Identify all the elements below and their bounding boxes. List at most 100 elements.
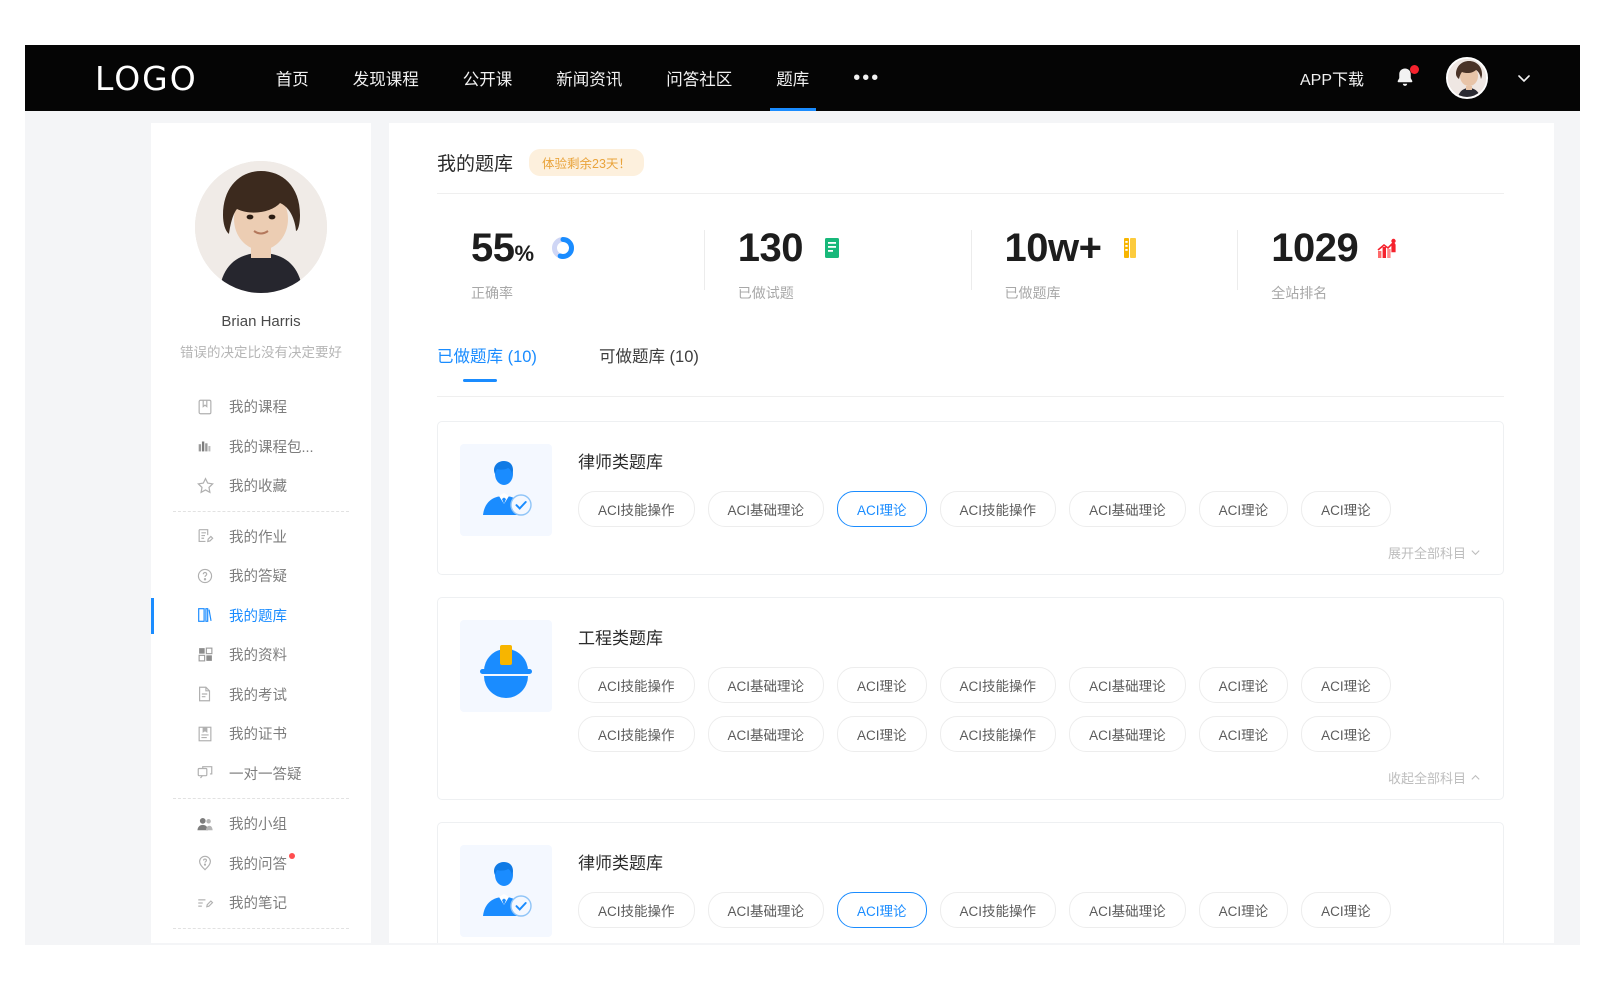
lawyer-icon	[473, 457, 539, 523]
nav-item-discover-courses[interactable]: 发现课程	[353, 45, 419, 111]
homework-icon	[195, 526, 215, 546]
sidebar-item-label: 我的课程包...	[229, 436, 314, 457]
subject-chip[interactable]: ACI理论	[837, 716, 927, 752]
sidebar-item-exams[interactable]: 我的考试	[151, 675, 371, 715]
subject-chip[interactable]: ACI基础理论	[1069, 716, 1186, 752]
nav-item-qa-community[interactable]: 问答社区	[666, 45, 732, 111]
sidebar-item-points[interactable]: 我的积分	[151, 934, 371, 944]
subject-chip[interactable]: ACI理论	[1301, 892, 1391, 928]
sidebar-item-label: 我的课程	[229, 396, 287, 417]
expand-all-subjects-button[interactable]: 展开全部科目	[1388, 543, 1481, 562]
sidebar-item-homework[interactable]: 我的作业	[151, 517, 371, 557]
question-bank-card[interactable]: 律师类题库 ACI技能操作 ACI基础理论 ACI理论 ACI技能操作 ACI基…	[437, 822, 1504, 943]
tab-done-banks[interactable]: 已做题库 (10)	[437, 343, 537, 381]
subject-chip[interactable]: ACI技能操作	[578, 892, 695, 928]
sidebar-item-course-packages[interactable]: 我的课程包...	[151, 427, 371, 467]
nav-item-open-class[interactable]: 公开课	[463, 45, 513, 111]
sidebar-item-label: 我的作业	[229, 526, 287, 547]
page-title: 我的题库	[437, 149, 513, 176]
notification-bell-button[interactable]	[1392, 65, 1418, 91]
collapse-all-subjects-button[interactable]: 收起全部科目	[1388, 768, 1481, 787]
profile-motto: 错误的决定比没有决定要好	[151, 341, 371, 361]
subject-chip[interactable]: ACI基础理论	[708, 716, 825, 752]
stat-questions-done: 130 已做试题	[704, 228, 971, 303]
sidebar-item-my-group[interactable]: 我的小组	[151, 804, 371, 844]
orange-book-icon	[1117, 235, 1143, 261]
subject-chip-list: ACI技能操作 ACI基础理论 ACI理论 ACI技能操作 ACI基础理论 AC…	[578, 491, 1481, 527]
subject-chip[interactable]: ACI技能操作	[940, 892, 1057, 928]
subject-chip[interactable]: ACI理论	[1199, 892, 1289, 928]
question-bank-list: 律师类题库 ACI技能操作 ACI基础理论 ACI理论 ACI技能操作 ACI基…	[437, 421, 1504, 943]
sidebar-item-my-courses[interactable]: 我的课程	[151, 387, 371, 427]
stat-label: 全站排名	[1271, 283, 1504, 303]
sidebar-divider	[173, 928, 349, 929]
question-bank-icon	[195, 605, 215, 625]
card-title: 工程类题库	[578, 624, 1481, 649]
subject-chip[interactable]: ACI基础理论	[708, 491, 825, 527]
nav-item-home[interactable]: 首页	[276, 45, 309, 111]
group-icon	[195, 814, 215, 834]
subject-chip[interactable]: ACI基础理论	[708, 892, 825, 928]
sidebar-item-notes[interactable]: 我的笔记	[151, 883, 371, 923]
subject-chip[interactable]: ACI技能操作	[578, 716, 695, 752]
app-window: LOGO 首页 发现课程 公开课 新闻资讯 问答社区 题库 ••• APP下载	[25, 45, 1580, 945]
card-footer: 展开全部科目	[578, 543, 1481, 562]
tab-available-banks[interactable]: 可做题库 (10)	[599, 343, 699, 381]
qa-pin-icon	[195, 853, 215, 873]
card-footer: 收起全部科目	[578, 768, 1481, 787]
site-logo[interactable]: LOGO	[95, 62, 198, 95]
subject-chip[interactable]: ACI理论	[1199, 491, 1289, 527]
card-thumbnail	[460, 845, 552, 937]
exam-icon	[195, 684, 215, 704]
subject-chip-selected[interactable]: ACI理论	[837, 892, 927, 928]
question-bank-card[interactable]: 工程类题库 ACI技能操作 ACI基础理论 ACI理论 ACI技能操作 ACI基…	[437, 597, 1504, 800]
subject-chip[interactable]: ACI理论	[1199, 716, 1289, 752]
question-bank-card[interactable]: 律师类题库 ACI技能操作 ACI基础理论 ACI理论 ACI技能操作 ACI基…	[437, 421, 1504, 575]
profile-avatar-image	[195, 161, 327, 293]
subject-chip[interactable]: ACI基础理论	[708, 667, 825, 703]
sidebar-item-favorites[interactable]: 我的收藏	[151, 466, 371, 506]
subject-chip[interactable]: ACI理论	[1301, 491, 1391, 527]
sidebar-item-label: 我的小组	[229, 813, 287, 834]
sidebar-item-one-on-one[interactable]: 一对一答疑	[151, 754, 371, 794]
left-sidebar: Brian Harris 错误的决定比没有决定要好 我的课程	[151, 123, 371, 943]
star-icon	[195, 476, 215, 496]
subject-chip[interactable]: ACI基础理论	[1069, 667, 1186, 703]
profile-avatar[interactable]	[195, 161, 327, 293]
chevron-down-icon[interactable]	[1516, 70, 1532, 86]
subject-chip[interactable]: ACI技能操作	[940, 716, 1057, 752]
profile-name: Brian Harris	[151, 313, 371, 330]
subject-chip[interactable]: ACI技能操作	[940, 491, 1057, 527]
card-thumbnail	[460, 620, 552, 712]
subject-chip[interactable]: ACI技能操作	[940, 667, 1057, 703]
subject-chip[interactable]: ACI理论	[1301, 667, 1391, 703]
subject-chip[interactable]: ACI理论	[1199, 667, 1289, 703]
sidebar-item-badge-dot	[289, 853, 295, 859]
content-tabs: 已做题库 (10) 可做题库 (10)	[437, 343, 1504, 397]
subject-chip[interactable]: ACI技能操作	[578, 491, 695, 527]
note-icon	[195, 893, 215, 913]
sidebar-item-question-bank[interactable]: 我的题库	[151, 596, 371, 636]
sidebar-item-materials[interactable]: 我的资料	[151, 635, 371, 675]
certificate-icon	[195, 724, 215, 744]
nav-more-icon[interactable]: •••	[853, 45, 880, 111]
subject-chip[interactable]: ACI理论	[1301, 716, 1391, 752]
sidebar-item-certificates[interactable]: 我的证书	[151, 714, 371, 754]
sidebar-item-my-answers[interactable]: 我的答疑	[151, 556, 371, 596]
nav-item-question-bank[interactable]: 题库	[776, 45, 809, 111]
app-download-link[interactable]: APP下载	[1300, 66, 1364, 90]
subject-chip[interactable]: ACI技能操作	[578, 667, 695, 703]
nav-item-news[interactable]: 新闻资讯	[556, 45, 622, 111]
avatar[interactable]	[1446, 57, 1488, 99]
book-icon	[195, 397, 215, 417]
top-navbar: LOGO 首页 发现课程 公开课 新闻资讯 问答社区 题库 ••• APP下载	[25, 45, 1580, 111]
card-body: 律师类题库 ACI技能操作 ACI基础理论 ACI理论 ACI技能操作 ACI基…	[578, 444, 1481, 562]
lawyer-icon	[473, 858, 539, 924]
subject-chip-selected[interactable]: ACI理论	[837, 491, 927, 527]
notification-badge-dot	[1410, 65, 1419, 74]
subject-chip[interactable]: ACI基础理论	[1069, 491, 1186, 527]
sidebar-item-my-qa[interactable]: 我的问答	[151, 844, 371, 884]
chat-icon	[195, 763, 215, 783]
subject-chip[interactable]: ACI基础理论	[1069, 892, 1186, 928]
subject-chip[interactable]: ACI理论	[837, 667, 927, 703]
